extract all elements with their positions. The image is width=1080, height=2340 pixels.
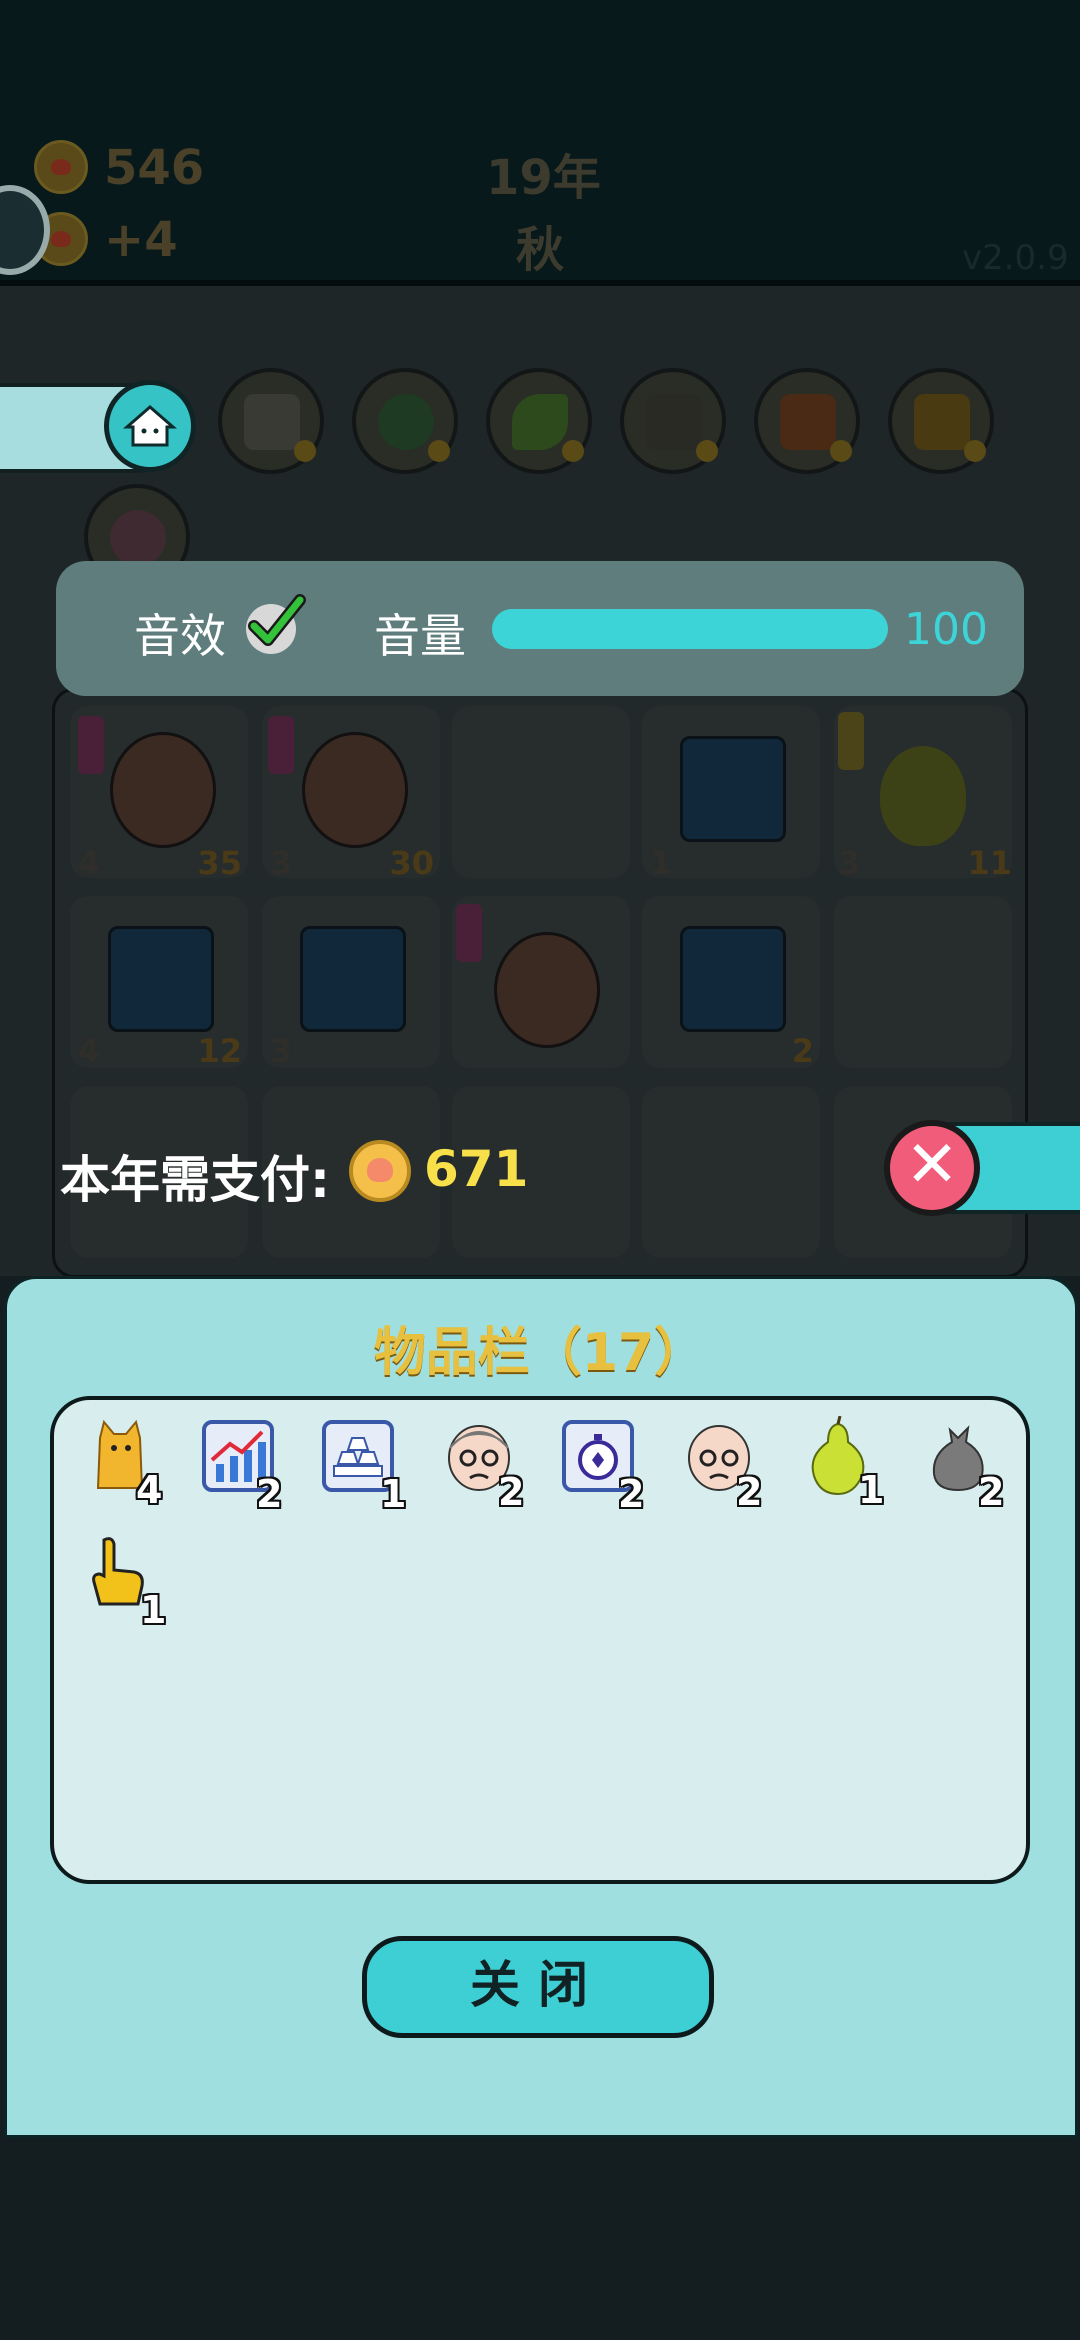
grid-cell-empty[interactable]	[834, 896, 1012, 1068]
volume-value: 100	[904, 604, 988, 655]
season-label: 秋	[516, 222, 565, 278]
bottom-area	[0, 2138, 1080, 2340]
close-button[interactable]: 关闭	[362, 1936, 714, 2038]
inventory-item-pear[interactable]: 1	[802, 1415, 884, 1512]
sugar-cube-icon[interactable]	[218, 368, 324, 474]
sfx-checkbox[interactable]	[246, 594, 306, 654]
inventory-item-cat[interactable]: 4	[86, 1418, 166, 1512]
grid-cell-gold-bars[interactable]: 4 12	[70, 896, 248, 1070]
volume-slider[interactable]	[492, 609, 888, 649]
close-x-icon[interactable]: ✕	[884, 1120, 980, 1216]
grid-cell-old-man[interactable]: 4 35	[70, 706, 248, 882]
coin-icon	[349, 1140, 411, 1202]
inventory-title: 物品栏（17）	[373, 1323, 707, 1383]
grid-cell-empty[interactable]	[642, 1086, 820, 1258]
grid-cell-bald-man[interactable]	[452, 896, 630, 1068]
inventory-item-stopwatch[interactable]: 2	[562, 1420, 644, 1516]
version-label: v2.0.9	[962, 238, 1069, 278]
grid-cell-old-man[interactable]: 3 30	[262, 706, 440, 882]
inventory-item-trash-bag[interactable]: 2	[924, 1420, 1004, 1514]
grid-cell-empty[interactable]	[452, 706, 630, 878]
payment-label: 本年需支付:	[60, 1151, 330, 1209]
grid-cell-stopwatch[interactable]: 1	[642, 706, 820, 882]
coin-count: 546	[104, 140, 205, 196]
skip-icon[interactable]	[620, 368, 726, 474]
inventory-item-pointing-hand[interactable]: 1	[86, 1534, 166, 1632]
sfx-label: 音效	[134, 609, 226, 663]
volume-label: 音量	[374, 609, 466, 663]
grid-cell-pear[interactable]: 3 11	[834, 706, 1012, 882]
cat-icon[interactable]	[888, 368, 994, 474]
inventory-item-growth-chart[interactable]: 2	[202, 1420, 282, 1516]
payment-amount: 671	[424, 1140, 529, 1198]
coin-icon	[34, 140, 88, 194]
home-icon[interactable]	[104, 380, 196, 472]
grid-cell-growth-chart[interactable]: 2	[642, 896, 820, 1070]
year-label: 19年	[486, 150, 601, 206]
inventory-item-bald-man[interactable]: 2	[682, 1418, 762, 1514]
inventory-item-old-man[interactable]: 2	[442, 1418, 524, 1514]
grid-cell-stopwatch[interactable]: 3	[262, 896, 440, 1070]
leaf-icon[interactable]	[486, 368, 592, 474]
income-count: +4	[104, 212, 178, 268]
fruit-basket-icon[interactable]	[754, 368, 860, 474]
recycle-icon[interactable]	[352, 368, 458, 474]
inventory-item-gold-bars[interactable]: 1	[322, 1420, 406, 1516]
